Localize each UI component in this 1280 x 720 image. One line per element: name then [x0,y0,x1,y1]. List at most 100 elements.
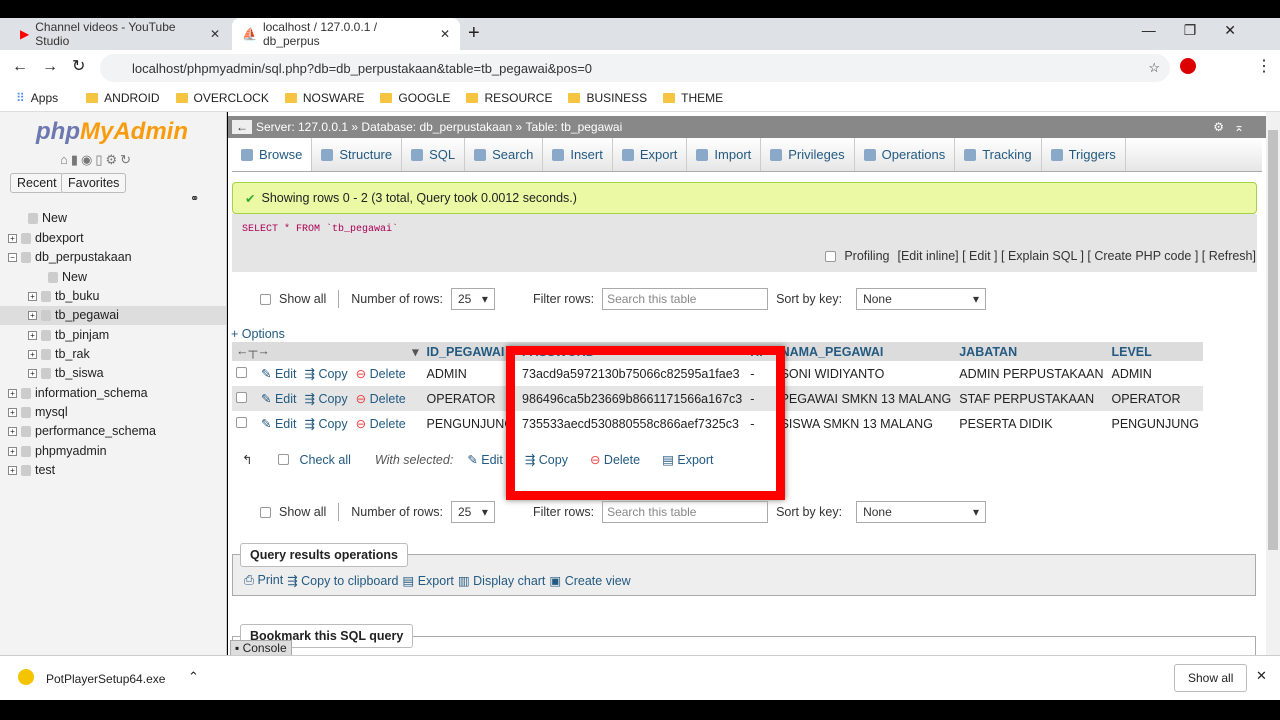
bulk-edit[interactable]: ✎ Edit [467,452,503,467]
column-resize-header[interactable]: ←┬→ ▾ [232,342,423,361]
console-button[interactable]: ▪ Console [230,640,292,656]
download-file[interactable]: PotPlayerSetup64.exe [46,672,165,686]
column-header[interactable]: NAMA_PEGAWAI [776,342,956,361]
url-field[interactable]: localhost/phpmyadmin/sql.php?db=db_perpu… [100,54,1170,82]
bookmark[interactable]: NOSWARE [284,91,364,105]
folder-icon [86,92,99,103]
row-checkbox[interactable] [236,392,247,403]
column-header[interactable]: ID_PEGAWAI [422,342,519,361]
copy-link[interactable]: ⇶ Copy [305,367,348,381]
check-all-label[interactable]: Check all [299,453,350,467]
bookmark[interactable]: RESOURCE [466,91,552,105]
settings-icon[interactable]: ⚙⌅ [1213,120,1254,134]
check-all-checkbox[interactable] [278,454,290,465]
tab-phpmyadmin[interactable]: ⛵ localhost / 127.0.0.1 / db_perpus ✕ [232,18,460,50]
bookmark[interactable]: BUSINESS [568,91,647,105]
delete-link[interactable]: ⊖ Delete [356,392,406,406]
window-controls[interactable]: —❐✕ [1142,22,1264,39]
tab-structure[interactable]: Structure [312,138,403,171]
close-icon[interactable]: ✕ [440,27,450,41]
tab-search[interactable]: Search [465,138,544,171]
folder-icon [380,92,393,103]
profiling-checkbox[interactable] [825,250,837,262]
tree-table[interactable]: + tb_siswa [28,366,104,380]
edit-link[interactable]: ✎ Edit [261,392,297,406]
tree-db[interactable]: + information_schema [8,386,148,400]
column-header[interactable]: JABATAN [955,342,1108,361]
tab-sql[interactable]: SQL [402,138,466,171]
row-checkbox[interactable] [236,417,247,428]
bookmark[interactable]: ANDROID [86,91,160,105]
tree-table[interactable]: + tb_buku [28,289,99,303]
show-all-checkbox[interactable] [260,293,271,305]
quick-icons[interactable]: ⌂▮◉▯⚙↻ [60,152,134,168]
tree-new[interactable]: New [48,270,87,284]
bookmark[interactable]: GOOGLE [380,91,450,105]
row-checkbox[interactable] [236,367,247,378]
bookmark[interactable]: OVERCLOCK [175,91,269,105]
scrollbar[interactable] [1266,112,1280,655]
collapse-nav-icon[interactable]: ← [232,120,252,134]
phpmyadmin-logo[interactable]: phpMyAdmin [36,118,188,146]
chevron-up-icon[interactable]: ⌃ [188,669,199,685]
tree-db[interactable]: + mysql [8,405,68,419]
menu-icon[interactable]: ⋮ [1256,56,1272,76]
link-icon[interactable]: ⚭ [190,192,199,205]
tree-db[interactable]: + dbexport [8,231,84,245]
tree-new[interactable]: New [28,211,67,225]
copy-link[interactable]: ⇶ Copy [305,417,348,431]
column-header[interactable]: LEVEL [1107,342,1203,361]
filter-input[interactable]: Search this table [602,288,769,310]
tab-triggers[interactable]: Triggers [1042,138,1126,171]
copy-link[interactable]: ⇶ Copy [305,392,348,406]
close-icon[interactable]: ✕ [210,27,220,41]
star-icon[interactable]: ☆ [1148,60,1160,76]
tree-db[interactable]: + performance_schema [8,424,156,438]
tab-privileges[interactable]: Privileges [761,138,855,171]
breadcrumb-database[interactable]: Database: db_perpustakaan [361,120,512,134]
delete-link[interactable]: ⊖ Delete [356,417,406,431]
options-link[interactable]: + Options [231,327,285,341]
print-link[interactable]: ⎙ Print [244,573,283,588]
num-rows-select[interactable]: 25 ▾ [450,288,495,310]
adblock-icon[interactable] [1180,58,1196,74]
chart-link[interactable]: ▥ Display chart [458,573,546,588]
sort-select[interactable]: None ▾ [856,501,987,523]
filter-input[interactable]: Search this table [602,501,769,523]
edit-link[interactable]: ✎ Edit [261,417,297,431]
num-rows-select[interactable]: 25 ▾ [450,501,495,523]
sort-select[interactable]: None ▾ [856,288,987,310]
tab-tracking[interactable]: Tracking [955,138,1042,171]
show-all-downloads[interactable]: Show all [1174,664,1248,692]
recent-button[interactable]: Recent [10,173,64,193]
tab-export[interactable]: Export [613,138,688,171]
tree-table[interactable]: + tb_pinjam [28,328,109,342]
edit-link[interactable]: ✎ Edit [261,367,297,381]
tree-db[interactable]: − db_perpustakaan [8,250,132,264]
bookmark[interactable]: THEME [663,91,723,105]
address-bar-row: ←→↻ localhost/phpmyadmin/sql.php?db=db_p… [0,50,1280,84]
tab-youtube[interactable]: ▶ Channel videos - YouTube Studio ✕ [10,18,230,50]
export-link[interactable]: ▤ Export [402,573,453,588]
tab-browse[interactable]: Browse [232,138,313,171]
tab-insert[interactable]: Insert [543,138,613,171]
breadcrumb-server[interactable]: Server: 127.0.0.1 [256,120,348,134]
tree-db[interactable]: + phpmyadmin [8,444,107,458]
favorites-button[interactable]: Favorites [61,173,127,193]
sql-links[interactable]: Profiling [Edit inline] [ Edit ] [ Explai… [825,249,1256,263]
tree-db[interactable]: + test [8,463,55,477]
breadcrumb-table[interactable]: Table: tb_pegawai [526,120,623,134]
tab-strip: ▶ Channel videos - YouTube Studio ✕ ⛵ local… [0,18,1280,50]
show-all-checkbox[interactable] [260,506,271,518]
create-view-link[interactable]: ▣ Create view [549,573,630,588]
new-tab-button[interactable]: + [468,22,480,45]
tree-table-selected[interactable]: + tb_pegawai [28,308,119,322]
close-icon[interactable]: ✕ [1256,668,1267,684]
tab-operations[interactable]: Operations [855,138,956,171]
delete-link[interactable]: ⊖ Delete [356,367,406,381]
bookmark-apps[interactable]: ⠿ Apps [16,91,58,105]
clipboard-link[interactable]: ⇶ Copy to clipboard [287,573,398,588]
tree-table[interactable]: + tb_rak [28,347,90,361]
nav-buttons[interactable]: ←→↻ [12,56,99,76]
tab-import[interactable]: Import [687,138,762,171]
